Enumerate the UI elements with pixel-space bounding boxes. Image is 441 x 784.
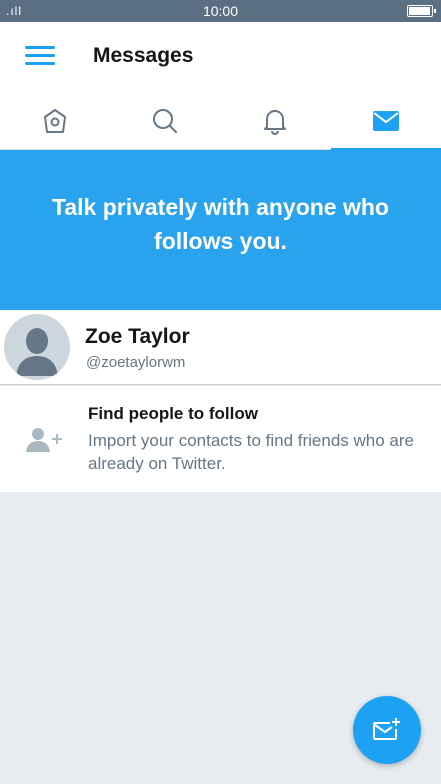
search-icon <box>153 109 177 133</box>
find-people-description: Import your contacts to find friends who… <box>88 431 414 473</box>
bell-icon <box>264 110 286 135</box>
battery-fill <box>409 7 430 15</box>
app-header: Messages <box>0 22 441 92</box>
find-people-row[interactable]: Find people to follow Import your contac… <box>0 386 441 492</box>
tab-home[interactable] <box>0 92 110 150</box>
add-person-icon <box>26 428 62 452</box>
battery-icon <box>407 5 436 17</box>
home-icon <box>44 109 66 133</box>
tab-notifications[interactable] <box>220 92 330 150</box>
new-message-icon <box>373 718 400 740</box>
tab-search[interactable] <box>110 92 220 150</box>
envelope-icon <box>373 111 399 131</box>
find-people-title: Find people to follow <box>88 404 258 423</box>
page-title: Messages <box>93 44 194 67</box>
hamburger-menu-icon[interactable] <box>25 46 55 66</box>
conversation-row[interactable]: Zoe Taylor @zoetaylorwm <box>0 310 441 385</box>
default-avatar-icon <box>16 328 58 376</box>
banner-text: Talk privately with anyone who follows y… <box>52 194 389 254</box>
tab-bar <box>0 92 441 151</box>
conversation-handle: @zoetaylorwm <box>86 354 186 371</box>
messages-banner: Talk privately with anyone who follows y… <box>0 150 441 310</box>
status-bar: .ıll 10:00 <box>0 0 441 22</box>
conversation-name: Zoe Taylor <box>85 325 190 348</box>
avatar <box>4 314 70 380</box>
tab-messages[interactable] <box>331 92 441 151</box>
new-message-button[interactable] <box>353 696 421 764</box>
status-time: 10:00 <box>202 3 239 19</box>
